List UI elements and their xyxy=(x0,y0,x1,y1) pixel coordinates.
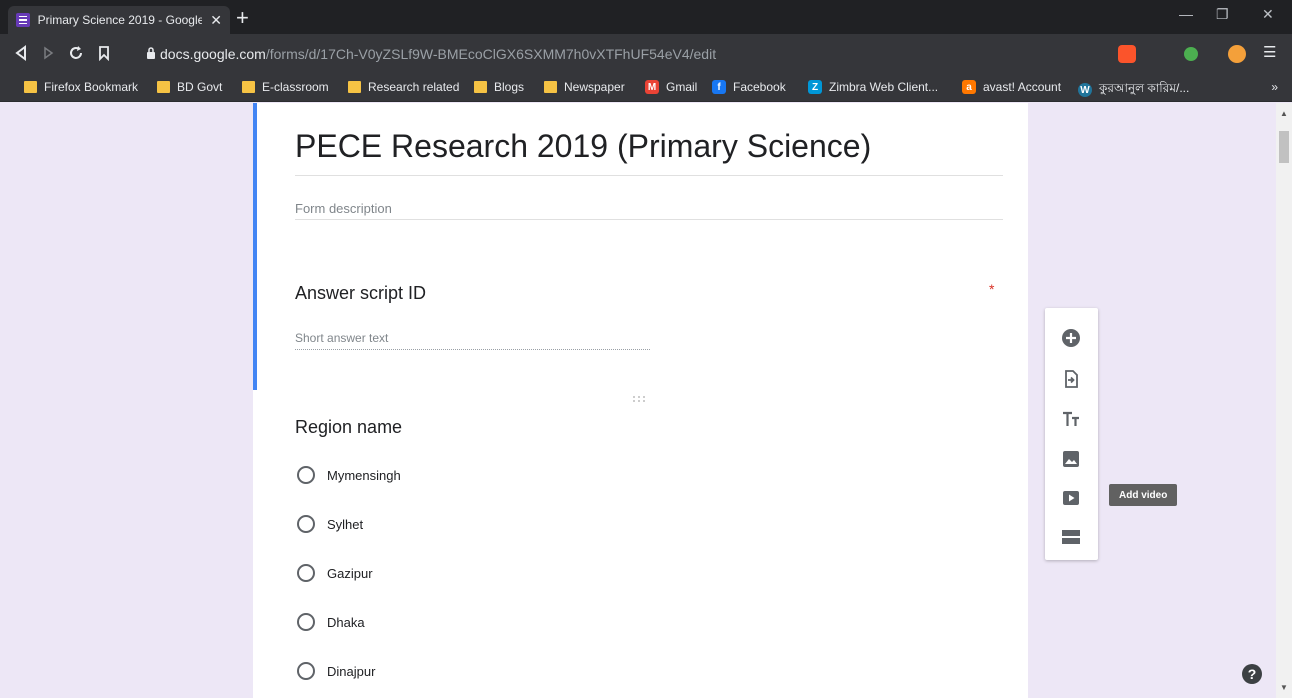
bookmark-firefox[interactable]: Firefox Bookmark xyxy=(24,80,138,94)
zimbra-icon: Z xyxy=(808,80,822,94)
add-video-icon[interactable] xyxy=(1061,488,1081,508)
avatar[interactable] xyxy=(1228,45,1246,63)
scroll-thumb[interactable] xyxy=(1279,131,1289,163)
question-title[interactable]: Region name xyxy=(295,417,402,438)
help-icon[interactable]: ? xyxy=(1242,664,1262,684)
tab-close-icon[interactable]: ✕ xyxy=(210,12,222,29)
folder-icon xyxy=(242,81,255,93)
bookmark-newspaper[interactable]: Newspaper xyxy=(544,80,625,94)
folder-icon xyxy=(348,81,361,93)
drag-handle-icon[interactable] xyxy=(633,396,649,404)
divider xyxy=(295,175,1003,176)
divider xyxy=(295,219,1003,220)
close-window-button[interactable]: ✕ xyxy=(1262,6,1274,23)
radio-option[interactable]: Sylhet xyxy=(297,515,363,533)
bookmark-quran[interactable]: W কুরআনুল কারিম/... xyxy=(1078,80,1189,100)
folder-icon xyxy=(544,81,557,93)
bookmarks-bar: Firefox Bookmark BD Govt E-classroom Res… xyxy=(0,74,1292,102)
facebook-icon: f xyxy=(712,80,726,94)
bookmark-gmail[interactable]: M Gmail xyxy=(645,80,697,94)
bookmark-bd-govt[interactable]: BD Govt xyxy=(157,80,222,94)
radio-button[interactable] xyxy=(297,613,315,631)
question-card[interactable]: Region name Mymensingh Sylhet Gazipur Dh… xyxy=(253,390,1028,698)
active-card-indicator xyxy=(253,103,257,390)
short-answer-line xyxy=(295,349,650,350)
extension-icon[interactable] xyxy=(1184,47,1198,61)
bookmark-avast[interactable]: a avast! Account xyxy=(962,80,1061,94)
google-forms-icon xyxy=(16,13,30,27)
bookmark-zimbra[interactable]: Z Zimbra Web Client... xyxy=(808,80,938,94)
bookmark-research[interactable]: Research related xyxy=(348,80,459,94)
add-image-icon[interactable] xyxy=(1061,449,1081,469)
required-asterisk: * xyxy=(989,281,995,297)
radio-button[interactable] xyxy=(297,466,315,484)
question-title[interactable]: Answer script ID xyxy=(295,283,426,304)
radio-option[interactable]: Mymensingh xyxy=(297,466,401,484)
form-header-card[interactable]: PECE Research 2019 (Primary Science) For… xyxy=(253,103,1028,390)
folder-icon xyxy=(474,81,487,93)
bookmark-facebook[interactable]: f Facebook xyxy=(712,80,786,94)
short-answer-placeholder: Short answer text xyxy=(295,331,389,345)
vertical-scrollbar[interactable]: ▲ ▼ xyxy=(1276,103,1292,698)
browser-tab-bar: Primary Science 2019 - Google Forms ✕ + … xyxy=(0,0,1292,34)
browser-tab[interactable]: Primary Science 2019 - Google Forms ✕ xyxy=(8,6,230,34)
folder-icon xyxy=(157,81,170,93)
forward-icon[interactable] xyxy=(42,45,54,61)
wordpress-icon: W xyxy=(1078,83,1092,97)
new-tab-button[interactable]: + xyxy=(236,5,249,31)
bookmark-icon[interactable] xyxy=(98,45,110,61)
url-field[interactable]: docs.google.com/forms/d/17Ch-V0yZSLf9W-B… xyxy=(160,46,716,62)
radio-option[interactable]: Dhaka xyxy=(297,613,365,631)
gmail-icon: M xyxy=(645,80,659,94)
import-questions-icon[interactable] xyxy=(1061,369,1081,389)
scroll-down-icon[interactable]: ▼ xyxy=(1280,683,1288,692)
bookmark-e-classroom[interactable]: E-classroom xyxy=(242,80,329,94)
tooltip: Add video xyxy=(1109,484,1178,506)
lock-icon xyxy=(147,47,155,59)
form-title[interactable]: PECE Research 2019 (Primary Science) xyxy=(295,128,871,165)
add-section-icon[interactable] xyxy=(1061,527,1081,547)
bookmarks-more-icon[interactable]: » xyxy=(1271,80,1278,94)
url-host: docs.google.com xyxy=(160,46,266,62)
url-path: /forms/d/17Ch-V0yZSLf9W-BMEcoClGX6SXMM7h… xyxy=(265,46,717,62)
brave-shield-icon[interactable] xyxy=(1118,45,1136,63)
menu-icon[interactable]: ☰ xyxy=(1263,43,1276,61)
radio-option[interactable]: Gazipur xyxy=(297,564,373,582)
add-question-icon[interactable] xyxy=(1061,328,1081,348)
bookmark-blogs[interactable]: Blogs xyxy=(474,80,524,94)
address-bar: docs.google.com/forms/d/17Ch-V0yZSLf9W-B… xyxy=(0,34,1292,74)
radio-button[interactable] xyxy=(297,662,315,680)
add-title-icon[interactable] xyxy=(1061,409,1081,429)
radio-option[interactable]: Dinajpur xyxy=(297,662,375,680)
radio-button[interactable] xyxy=(297,515,315,533)
scroll-up-icon[interactable]: ▲ xyxy=(1280,109,1288,118)
tab-title: Primary Science 2019 - Google Forms xyxy=(37,13,203,27)
question-toolbar xyxy=(1045,308,1098,560)
avast-icon: a xyxy=(962,80,976,94)
page-viewport: PECE Research 2019 (Primary Science) For… xyxy=(0,103,1276,698)
folder-icon xyxy=(24,81,37,93)
radio-button[interactable] xyxy=(297,564,315,582)
reload-icon[interactable] xyxy=(68,45,84,61)
form-description-input[interactable]: Form description xyxy=(295,201,392,216)
back-icon[interactable] xyxy=(14,45,28,61)
restore-button[interactable]: ❐ xyxy=(1216,6,1229,23)
minimize-button[interactable]: — xyxy=(1179,6,1193,22)
